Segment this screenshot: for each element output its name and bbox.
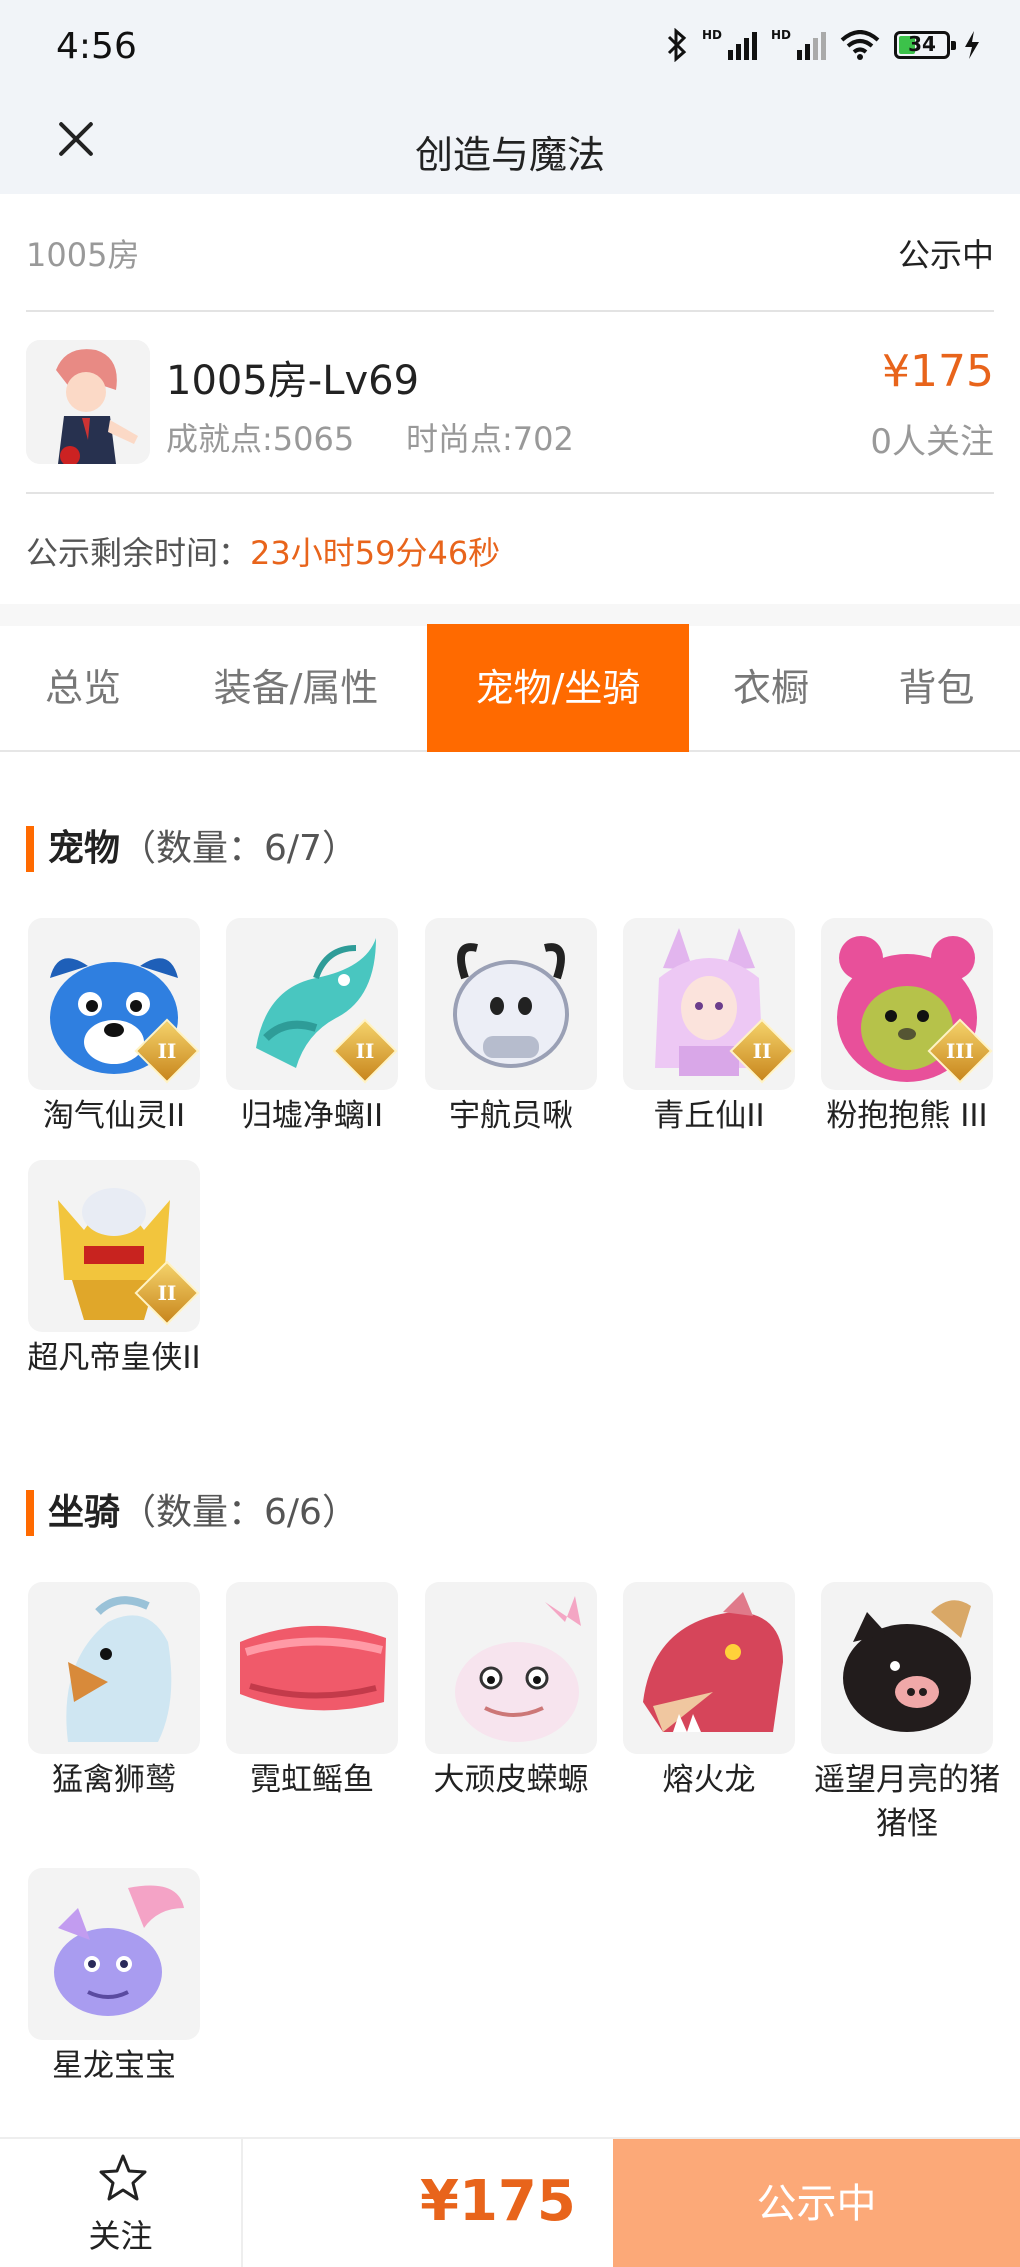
mounts-count: （数量：6/6） — [120, 1492, 358, 1533]
mount-item[interactable]: 猛禽狮鹫 — [28, 1582, 200, 1802]
wifi-icon — [840, 30, 880, 60]
pet-item[interactable]: II 超凡帝皇侠II — [27, 1160, 201, 1380]
follow-label: 关注 — [88, 2217, 153, 2255]
star-icon — [99, 2154, 147, 2201]
character-card[interactable]: 1005房-Lv69 成就点:5065 时尚点:702 ¥175 0人关注 — [26, 312, 994, 494]
tab-equipment[interactable]: 装备/属性 — [166, 624, 426, 752]
mount-item[interactable]: 熔火龙 — [623, 1582, 795, 1802]
mounts-section-title: 坐骑（数量：6/6） — [26, 1490, 358, 1536]
status-action-button[interactable]: 公示中 — [613, 2139, 1020, 2267]
mount-item[interactable]: 遥望月亮的猪猪怪 — [814, 1582, 1000, 1846]
blue-dog-pet-icon: II — [28, 918, 200, 1090]
tab-overview[interactable]: 总览 — [0, 624, 166, 752]
follow-button[interactable]: 关注 — [0, 2139, 243, 2267]
pets-count: （数量：6/7） — [120, 828, 358, 869]
pet-item[interactable]: III 粉抱抱熊 III — [821, 918, 993, 1138]
follower-count: 0人关注 — [870, 422, 994, 462]
mount-name: 霓虹鳐鱼 — [250, 1762, 374, 1798]
price-label: ¥175 — [882, 346, 994, 397]
remaining-time-label: 公示剩余时间： — [26, 534, 251, 572]
tab-backpack[interactable]: 背包 — [853, 624, 1020, 752]
room-name: 1005房 — [26, 236, 140, 274]
tab-wardrobe[interactable]: 衣橱 — [689, 624, 853, 752]
pet-name: 超凡帝皇侠II — [27, 1340, 201, 1376]
griffin-mount-icon — [28, 1582, 200, 1754]
teal-dragon-pet-icon: II — [226, 918, 398, 1090]
salamander-mount-icon — [425, 1582, 597, 1754]
tab-bar: 总览 装备/属性 宠物/坐骑 衣橱 背包 — [0, 624, 1020, 752]
hd-badge-icon: HD — [701, 28, 722, 42]
room-status: 公示中 — [897, 236, 994, 274]
fashion-points: 时尚点:702 — [406, 420, 574, 458]
mounts-title: 坐骑 — [48, 1492, 121, 1533]
room-row: 1005房 公示中 — [26, 194, 994, 312]
status-time: 4:56 — [56, 26, 137, 67]
pet-name: 粉抱抱熊 III — [826, 1098, 988, 1134]
astronaut-pet-icon — [425, 918, 597, 1090]
signal-weak-icon — [797, 30, 826, 60]
pet-name: 宇航员啾 — [449, 1098, 573, 1134]
mount-name: 遥望月亮的猪猪怪 — [814, 1762, 1000, 1842]
avatar — [26, 340, 150, 464]
remaining-time: 公示剩余时间：23小时59分46秒 — [26, 528, 500, 574]
fire-dragon-mount-icon — [623, 1582, 795, 1754]
pet-item[interactable]: 宇航员啾 — [425, 918, 597, 1138]
mount-name: 大顽皮蝾螈 — [433, 1762, 589, 1798]
mount-name: 猛禽狮鹫 — [52, 1762, 176, 1798]
pet-item[interactable]: II 淘气仙灵II — [28, 918, 200, 1138]
status-bar: 4:56 HD HD 34 — [0, 0, 1020, 96]
bottom-price: ¥175 — [420, 2169, 576, 2234]
status-icons: HD HD 34 — [666, 28, 980, 62]
signal-icon — [727, 30, 757, 60]
pig-mount-icon — [821, 1582, 993, 1754]
star-dragon-mount-icon — [28, 1868, 200, 2040]
pet-item[interactable]: II 青丘仙II — [623, 918, 795, 1138]
mount-item[interactable]: 霓虹鳐鱼 — [226, 1582, 398, 1802]
ray-fish-mount-icon — [226, 1582, 398, 1754]
pet-name: 归墟净螭II — [240, 1098, 384, 1134]
page-title: 创造与魔法 — [414, 133, 605, 177]
pet-item[interactable]: II 归墟净螭II — [226, 918, 398, 1138]
pet-name: 淘气仙灵II — [42, 1098, 186, 1134]
bluetooth-icon — [667, 28, 687, 62]
mount-item[interactable]: 星龙宝宝 — [28, 1868, 200, 2088]
achievement-points: 成就点:5065 — [166, 420, 355, 458]
section-divider — [0, 604, 1020, 626]
mount-name: 熔火龙 — [662, 1762, 756, 1798]
golden-hero-pet-icon: II — [28, 1160, 200, 1332]
charging-icon — [965, 31, 979, 59]
pet-name: 青丘仙II — [653, 1098, 765, 1134]
mount-item[interactable]: 大顽皮蝾螈 — [425, 1582, 597, 1802]
fox-fairy-pet-icon: II — [623, 918, 795, 1090]
pets-title: 宠物 — [48, 828, 121, 869]
mount-name: 星龙宝宝 — [52, 2048, 176, 2084]
pets-section-title: 宠物（数量：6/7） — [26, 826, 358, 872]
top-nav: 创造与魔法 — [0, 96, 1020, 194]
battery-icon: 34 — [894, 31, 956, 59]
tab-pets-mounts[interactable]: 宠物/坐骑 — [427, 624, 689, 752]
hd-badge-icon: HD — [770, 28, 791, 42]
remaining-time-value: 23小时59分46秒 — [250, 534, 501, 572]
character-name: 1005房-Lv69 — [166, 358, 420, 404]
bottom-bar: 关注 ¥175 公示中 — [0, 2137, 1020, 2267]
pink-bear-pet-icon: III — [821, 918, 993, 1090]
